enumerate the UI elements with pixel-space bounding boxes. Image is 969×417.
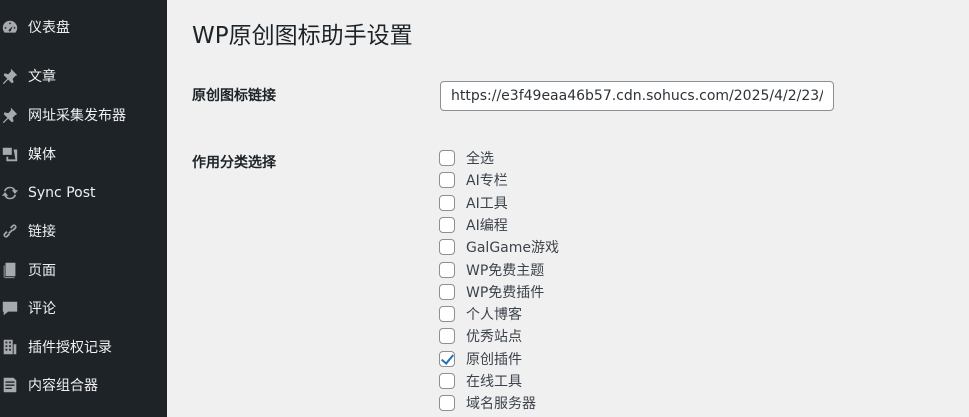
category-label: 原创插件 (466, 351, 522, 368)
category-option[interactable]: WP免费插件 (439, 281, 544, 303)
sidebar-item-dashboard[interactable]: 仪表盘 (0, 10, 167, 44)
sidebar-item-license-records[interactable]: 插件授权记录 (0, 330, 167, 364)
sidebar-item-comments[interactable]: 评论 (0, 291, 167, 325)
sidebar-item-label: 页面 (28, 263, 56, 279)
category-option[interactable]: 域名服务器 (439, 392, 536, 414)
sidebar-item-label: Sync Post (28, 185, 96, 201)
category-label: 域名服务器 (466, 396, 536, 413)
category-option[interactable]: AI编程 (439, 214, 508, 236)
category-checkbox[interactable] (439, 328, 455, 345)
category-checkbox[interactable] (439, 150, 455, 166)
sidebar-item-label: 仪表盘 (28, 20, 70, 36)
category-checkbox[interactable] (439, 194, 455, 211)
icon-url-input[interactable] (440, 81, 834, 111)
category-label: 优秀站点 (466, 329, 522, 346)
link-icon (0, 221, 20, 241)
building-icon (0, 337, 20, 357)
sidebar-item-url-collector[interactable]: 网址采集发布器 (0, 98, 167, 132)
category-checkbox[interactable] (439, 261, 455, 278)
category-option[interactable]: 个人博客 (439, 303, 522, 325)
category-label: 个人博客 (466, 307, 522, 324)
icon-url-label: 原创图标链接 (192, 88, 276, 104)
page-title: WP原创图标助手设置 (192, 23, 413, 49)
category-checkbox[interactable] (439, 283, 455, 300)
category-label: AI专栏 (466, 173, 508, 190)
category-label: 在线工具 (466, 374, 522, 390)
document-icon (0, 375, 20, 395)
sidebar-item-posts[interactable]: 文章 (0, 59, 167, 93)
sidebar-item-media[interactable]: 媒体 (0, 137, 167, 171)
category-label: WP免费插件 (466, 284, 545, 301)
sidebar-item-label: 网址采集发布器 (28, 108, 126, 124)
sidebar-item-label: 链接 (28, 224, 56, 240)
sidebar-item-label: 插件授权记录 (28, 340, 112, 356)
page-icon (0, 260, 20, 280)
category-option[interactable]: 全选 (439, 147, 494, 169)
sidebar-item-label: 媒体 (28, 147, 56, 163)
admin-sidebar: 仪表盘 文章 网址采集发布器 媒体 Sync Post 链接 页面 评论 插件授… (0, 0, 167, 417)
category-label: 全选 (466, 151, 494, 167)
category-option[interactable]: WP免费主题 (439, 259, 544, 281)
sync-icon (0, 183, 20, 203)
sidebar-item-content-combiner[interactable]: 内容组合器 (0, 368, 167, 402)
category-checkbox[interactable] (439, 172, 455, 189)
category-option[interactable]: GalGame游戏 (439, 236, 559, 258)
category-option[interactable]: 优秀站点 (439, 325, 522, 347)
sidebar-item-links[interactable]: 链接 (0, 214, 167, 248)
sidebar-item-pages[interactable]: 页面 (0, 253, 167, 287)
sidebar-item-label: 内容组合器 (28, 378, 98, 394)
pin-icon (0, 105, 20, 125)
sidebar-item-label: 文章 (28, 69, 56, 85)
category-label: WP免费主题 (466, 262, 545, 279)
category-checkbox[interactable] (439, 373, 455, 389)
category-option[interactable]: AI工具 (439, 192, 508, 214)
category-selection-label: 作用分类选择 (192, 155, 276, 171)
settings-page: WP原创图标助手设置 原创图标链接 作用分类选择 全选 AI专栏 AI工具 AI编程 G… (167, 0, 969, 417)
category-label: AI工具 (466, 195, 508, 212)
category-checkbox[interactable] (439, 395, 455, 412)
category-label: AI编程 (466, 217, 508, 234)
category-label: GalGame游戏 (466, 240, 559, 257)
comment-icon (0, 298, 20, 318)
sidebar-item-label: 评论 (28, 301, 56, 317)
category-checkbox[interactable] (439, 216, 455, 233)
category-checkbox[interactable] (439, 350, 455, 367)
dashboard-icon (0, 17, 20, 37)
category-checkbox[interactable] (439, 306, 455, 323)
category-option[interactable]: AI专栏 (439, 169, 508, 191)
category-option[interactable]: 原创插件 (439, 348, 522, 370)
pin-icon (0, 66, 20, 86)
media-icon (0, 144, 20, 164)
sidebar-item-sync-post[interactable]: Sync Post (0, 176, 167, 210)
category-option[interactable]: 在线工具 (439, 370, 522, 392)
category-checkbox[interactable] (439, 239, 455, 256)
